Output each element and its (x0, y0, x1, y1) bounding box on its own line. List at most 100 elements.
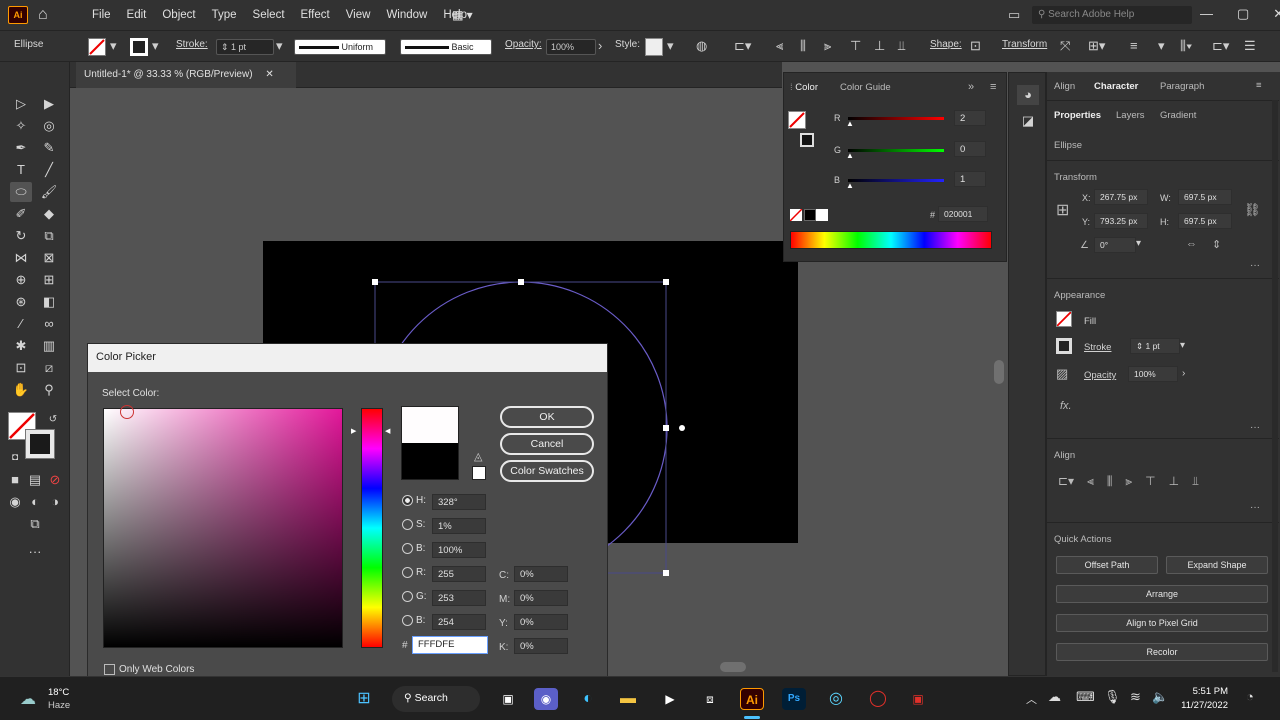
color-field[interactable] (103, 408, 343, 648)
weather-text[interactable]: Haze (48, 700, 70, 711)
w-input[interactable]: 697.5 px (1178, 189, 1232, 205)
vertical-scrollbar-thumb[interactable] (994, 360, 1004, 384)
tab-align[interactable]: Align (1054, 81, 1075, 92)
align-right-edges-icon[interactable]: ⫸ (1125, 474, 1132, 489)
blue-input[interactable]: 254 (432, 614, 486, 630)
more-options-icon[interactable]: ··· (1250, 260, 1260, 271)
photoshop-icon[interactable]: Ps (782, 688, 806, 710)
align-horizontal-centers-icon[interactable]: ⫼ (1107, 474, 1113, 489)
align-bottom-edges-icon[interactable]: ⫫ (1192, 474, 1199, 489)
dock-menu-icon[interactable]: ≡ (1256, 80, 1262, 91)
rotate-dropdown-icon[interactable]: ▾ (1136, 238, 1141, 249)
g-slider[interactable] (848, 149, 944, 152)
hex-input[interactable]: FFFDFE (412, 636, 488, 654)
offset-path-button[interactable]: Offset Path (1056, 556, 1158, 574)
appearance-opacity-label[interactable]: Opacity (1084, 370, 1116, 381)
appearance-opacity-input[interactable]: 100% (1128, 366, 1178, 382)
media-player-icon[interactable]: ▶ (658, 688, 682, 710)
h-radio[interactable] (402, 495, 413, 506)
only-web-colors-checkbox[interactable] (104, 664, 115, 675)
panel-menu-icon[interactable]: ≡ (990, 81, 996, 93)
color-spectrum[interactable] (790, 231, 992, 249)
r-radio[interactable] (402, 567, 413, 578)
hue-slider-left-arrow[interactable]: ▶ (351, 427, 356, 435)
h-input[interactable]: 697.5 px (1178, 213, 1232, 229)
color-panel-fill-swatch[interactable] (788, 111, 806, 129)
m-input[interactable]: 0% (514, 590, 568, 606)
tab-gradient[interactable]: Gradient (1160, 110, 1196, 121)
weather-temp[interactable]: 18°C (48, 687, 69, 698)
transform-label[interactable]: Transform (1002, 39, 1047, 50)
dock-scrollbar[interactable] (1272, 100, 1278, 672)
g-input[interactable]: 253 (432, 590, 486, 606)
appearance-stroke-input[interactable]: ⇕ 1 pt (1130, 338, 1180, 354)
g-slider-thumb[interactable]: ▲ (846, 151, 854, 160)
appearance-more-icon[interactable]: ··· (1250, 422, 1260, 433)
none-swatch[interactable] (789, 208, 803, 222)
s-radio[interactable] (402, 519, 413, 530)
color-field-picker-circle[interactable] (120, 405, 134, 419)
tab-character[interactable]: Character (1094, 81, 1138, 92)
collapse-panel-icon[interactable]: » (968, 81, 974, 93)
b-slider-thumb[interactable]: ▲ (846, 181, 854, 190)
chrome-icon[interactable]: ◎ (824, 688, 848, 710)
tab-color-guide[interactable]: Color Guide (840, 82, 891, 93)
appearance-stroke-dropdown-icon[interactable]: ▾ (1180, 340, 1185, 351)
b-input[interactable]: 100% (432, 542, 486, 558)
y-input[interactable]: 793.25 px (1094, 213, 1148, 229)
hue-slider-right-arrow[interactable]: ◀ (385, 427, 390, 435)
microphone-icon[interactable]: 🎙 (1104, 689, 1121, 705)
r-slider-thumb[interactable]: ▲ (846, 119, 854, 128)
expand-shape-button[interactable]: Expand Shape (1166, 556, 1268, 574)
opera-icon[interactable]: ◯ (866, 688, 890, 710)
appearance-fill-swatch[interactable] (1056, 311, 1072, 327)
panel-arrange-icon[interactable]: ▭ (1008, 7, 1020, 23)
color-panel-icon[interactable]: ◕ (1017, 85, 1039, 105)
opacity-expand-icon[interactable]: › (1182, 368, 1185, 379)
r-input[interactable]: 2 (954, 110, 986, 126)
out-of-gamut-icon[interactable]: ◬ (474, 450, 482, 463)
grid-icon[interactable]: ⊞▾ (1088, 38, 1105, 54)
recorder-icon[interactable]: ▣ (906, 688, 930, 710)
color-swatches-button[interactable]: Color Swatches (500, 460, 594, 482)
weather-icon[interactable]: ☁ (20, 689, 36, 709)
align-left-edges-icon[interactable]: ⫷ (1087, 474, 1094, 489)
clock-time[interactable]: 5:51 PM (1176, 686, 1228, 697)
maximize-icon[interactable]: ▢ (1237, 6, 1249, 22)
notifications-icon[interactable]: ◔ (1246, 689, 1254, 704)
task-view-icon[interactable]: ▣ (496, 688, 520, 710)
isolate-icon[interactable]: ⤧ (1060, 38, 1070, 54)
recolor-button[interactable]: Recolor (1056, 643, 1268, 661)
cancel-button[interactable]: Cancel (500, 433, 594, 455)
start-icon[interactable]: ⊞ (352, 688, 376, 710)
distribute-icon[interactable]: ⫼▾ (1180, 38, 1192, 54)
hue-slider[interactable] (361, 408, 383, 648)
chat-icon[interactable]: ◉ (534, 688, 558, 710)
r-slider[interactable] (848, 117, 944, 120)
ok-button[interactable]: OK (500, 406, 594, 428)
flip-icon[interactable]: ⊏▾ (1212, 38, 1229, 54)
onedrive-icon[interactable]: ☁ (1048, 689, 1061, 705)
k-input[interactable]: 0% (514, 638, 568, 654)
black-swatch[interactable] (804, 209, 816, 221)
original-color-preview[interactable] (402, 443, 458, 479)
taskbar-search[interactable]: ⚲ Search (392, 686, 480, 712)
blue-radio[interactable] (402, 615, 413, 626)
x-input[interactable]: 267.75 px (1094, 189, 1148, 205)
file-explorer-icon[interactable]: ▬ (616, 688, 640, 710)
stroke-panel-icon[interactable]: ◪ (1017, 111, 1039, 131)
reference-point-icon[interactable]: ⊞ (1056, 200, 1069, 220)
illustrator-taskbar-icon[interactable]: Ai (740, 688, 764, 710)
c-input[interactable]: 0% (514, 566, 568, 582)
b-radio[interactable] (402, 543, 413, 554)
fx-button[interactable]: fx. (1060, 400, 1072, 412)
align-top-edges-icon[interactable]: ⊤ (1145, 474, 1155, 489)
arrange-button[interactable]: Arrange (1056, 585, 1268, 603)
b-slider[interactable] (848, 179, 944, 182)
web-safe-color-swatch[interactable] (472, 466, 486, 480)
white-swatch[interactable] (816, 209, 828, 221)
align-more-icon[interactable]: ··· (1250, 502, 1260, 513)
g-radio[interactable] (402, 591, 413, 602)
clock-date[interactable]: 11/27/2022 (1176, 700, 1228, 711)
wifi-icon[interactable]: ≋ (1130, 689, 1141, 705)
